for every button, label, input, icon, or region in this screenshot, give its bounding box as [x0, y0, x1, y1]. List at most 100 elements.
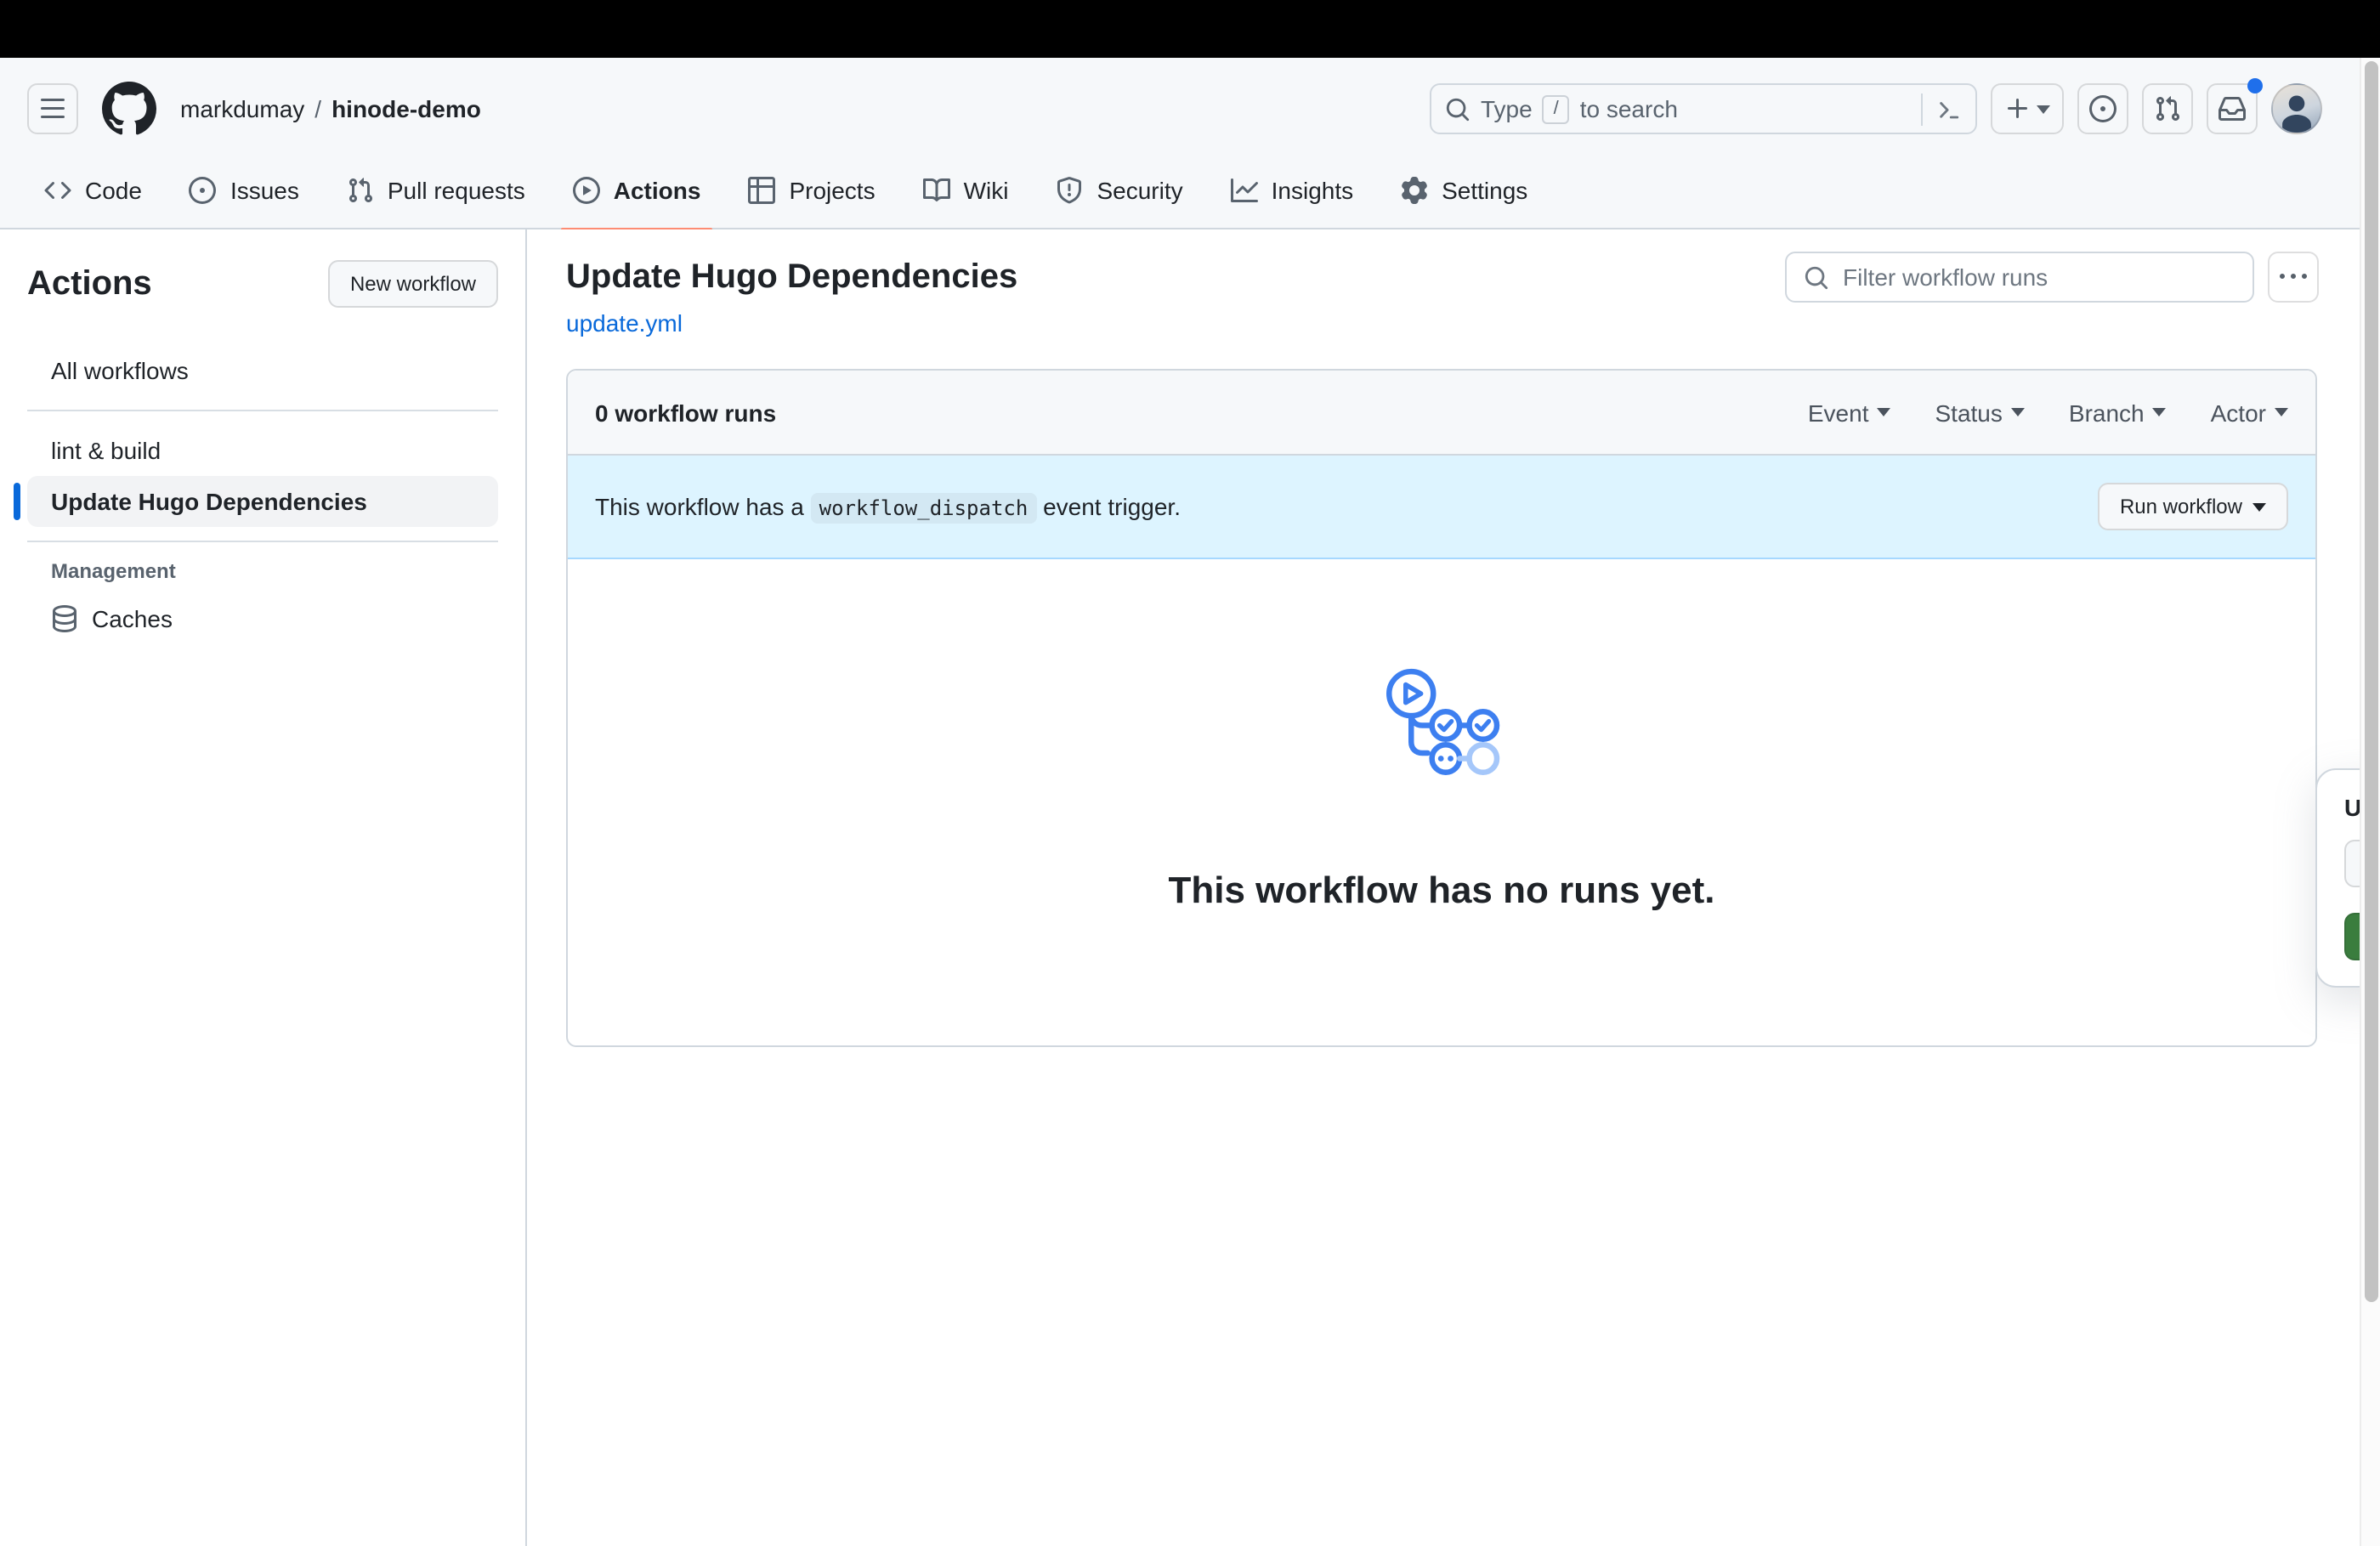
tab-wiki[interactable]: Wiki [899, 162, 1033, 217]
sidebar-item-update-hugo-dependencies[interactable]: Update Hugo Dependencies [27, 476, 498, 527]
avatar[interactable] [2271, 83, 2322, 134]
workflow-runs-count: 0 workflow runs [595, 399, 776, 426]
header-right-group: Type / to search [1430, 83, 2322, 134]
search-placeholder-prefix: Type [1481, 95, 1533, 122]
workflow-header: Update Hugo Dependencies update.yml [566, 252, 2319, 340]
divider [27, 541, 498, 542]
slash-key-hint: / [1543, 94, 1570, 123]
kebab-horizontal-icon [2280, 263, 2307, 291]
table-icon [748, 176, 775, 203]
code-span: workflow_dispatch [811, 493, 1037, 524]
breadcrumb-owner[interactable]: markdumay [180, 95, 304, 122]
filter-label: Actor [2211, 399, 2266, 426]
tab-settings[interactable]: Settings [1377, 162, 1551, 217]
divider [27, 410, 498, 411]
breadcrumb-separator: / [314, 95, 321, 122]
tab-pull-requests[interactable]: Pull requests [323, 162, 549, 217]
sidebar-item-all-workflows[interactable]: All workflows [27, 345, 498, 396]
workflow-file-link[interactable]: update.yml [566, 309, 683, 337]
tab-label: Issues [230, 176, 299, 203]
top-black-bar [0, 0, 2380, 58]
empty-state: This workflow has no runs yet. [568, 559, 2315, 1045]
run-workflow-dropdown-button[interactable]: Run workflow [2098, 483, 2288, 530]
tab-insights[interactable]: Insights [1207, 162, 1378, 217]
tab-issues[interactable]: Issues [166, 162, 323, 217]
database-icon [51, 605, 78, 632]
command-palette-icon[interactable] [1921, 93, 1962, 125]
chevron-down-icon [2275, 408, 2288, 416]
graph-icon [1231, 176, 1258, 203]
person-silhouette-icon [2275, 88, 2319, 133]
notification-dot [2247, 78, 2263, 93]
filter-workflow-runs-field[interactable] [1785, 252, 2254, 303]
sidebar-item-label: All workflows [51, 357, 189, 384]
search-placeholder-suffix: to search [1580, 95, 1678, 122]
filter-label: Branch [2069, 399, 2145, 426]
inbox-icon [2218, 95, 2246, 122]
tab-label: Wiki [964, 176, 1009, 203]
page-title: Update Hugo Dependencies [566, 252, 1017, 303]
plus-icon [2004, 95, 2032, 122]
page-scrollbar[interactable] [2360, 58, 2380, 1546]
three-bars-icon [39, 95, 66, 122]
workflow-runs-panel: 0 workflow runs Event Status Branch [566, 369, 2317, 1047]
workflow-header-tools [1785, 252, 2319, 303]
workflow-title-block: Update Hugo Dependencies update.yml [566, 252, 1017, 340]
chevron-down-icon [2037, 105, 2050, 113]
new-workflow-button[interactable]: New workflow [328, 260, 498, 308]
shield-icon [1056, 176, 1083, 203]
git-pull-request-icon [347, 176, 374, 203]
breadcrumb: markdumay / hinode-demo [180, 95, 481, 122]
chevron-down-icon [2252, 502, 2266, 511]
global-search[interactable]: Type / to search [1430, 83, 1977, 134]
tab-projects[interactable]: Projects [724, 162, 898, 217]
sidebar-item-caches[interactable]: Caches [27, 593, 498, 644]
gear-icon [1401, 176, 1428, 203]
global-header: markdumay / hinode-demo Type / to search [0, 58, 2380, 160]
hamburger-menu-button[interactable] [27, 83, 78, 134]
tab-label: Pull requests [388, 176, 525, 203]
tab-label: Settings [1442, 176, 1527, 203]
workflow-options-button[interactable] [2268, 252, 2319, 303]
sidebar-item-label: Caches [92, 605, 173, 632]
event-filter-dropdown[interactable]: Event [1808, 399, 1891, 426]
breadcrumb-repo[interactable]: hinode-demo [332, 95, 481, 122]
tab-label: Insights [1272, 176, 1354, 203]
scrollbar-thumb[interactable] [2365, 61, 2378, 1302]
inbox-wrapper [2207, 83, 2258, 134]
tab-label: Security [1096, 176, 1182, 203]
issues-button[interactable] [2077, 83, 2128, 134]
actor-filter-dropdown[interactable]: Actor [2211, 399, 2288, 426]
play-icon [573, 176, 600, 203]
tab-security[interactable]: Security [1032, 162, 1206, 217]
status-filter-dropdown[interactable]: Status [1935, 399, 2025, 426]
search-icon [1804, 264, 1829, 290]
tab-code[interactable]: Code [20, 162, 166, 217]
create-new-button[interactable] [1991, 83, 2064, 134]
runs-filters: Event Status Branch Actor [1808, 399, 2288, 426]
runs-panel-header: 0 workflow runs Event Status Branch [568, 371, 2315, 456]
workflow-dispatch-banner: This workflow has a workflow_dispatch ev… [568, 456, 2315, 559]
chevron-down-icon [2153, 408, 2167, 416]
main-content: Update Hugo Dependencies update.yml [527, 229, 2380, 1546]
sidebar-header: Actions New workflow [27, 260, 498, 308]
sidebar-title: Actions [27, 264, 152, 303]
run-workflow-label: Run workflow [2120, 495, 2242, 518]
page-body: Actions New workflow All workflows lint … [0, 229, 2380, 1546]
workflow-graph-icon [1375, 665, 1508, 797]
banner-text-before: This workflow has a [595, 493, 804, 520]
pull-requests-button[interactable] [2142, 83, 2193, 134]
issue-opened-icon [2089, 95, 2116, 122]
empty-state-heading: This workflow has no runs yet. [1169, 869, 1715, 913]
sidebar-item-label: Update Hugo Dependencies [51, 488, 367, 515]
sidebar-item-lint-build[interactable]: lint & build [27, 425, 498, 476]
book-icon [923, 176, 950, 203]
tab-label: Actions [614, 176, 701, 203]
filter-label: Event [1808, 399, 1869, 426]
tab-actions[interactable]: Actions [549, 162, 725, 217]
filter-workflow-runs-input[interactable] [1843, 263, 2236, 291]
branch-filter-dropdown[interactable]: Branch [2069, 399, 2167, 426]
github-logo-icon[interactable] [102, 82, 156, 136]
repo-tab-bar: Code Issues Pull requests Actions Projec… [0, 160, 2380, 229]
chevron-down-icon [1878, 408, 1891, 416]
